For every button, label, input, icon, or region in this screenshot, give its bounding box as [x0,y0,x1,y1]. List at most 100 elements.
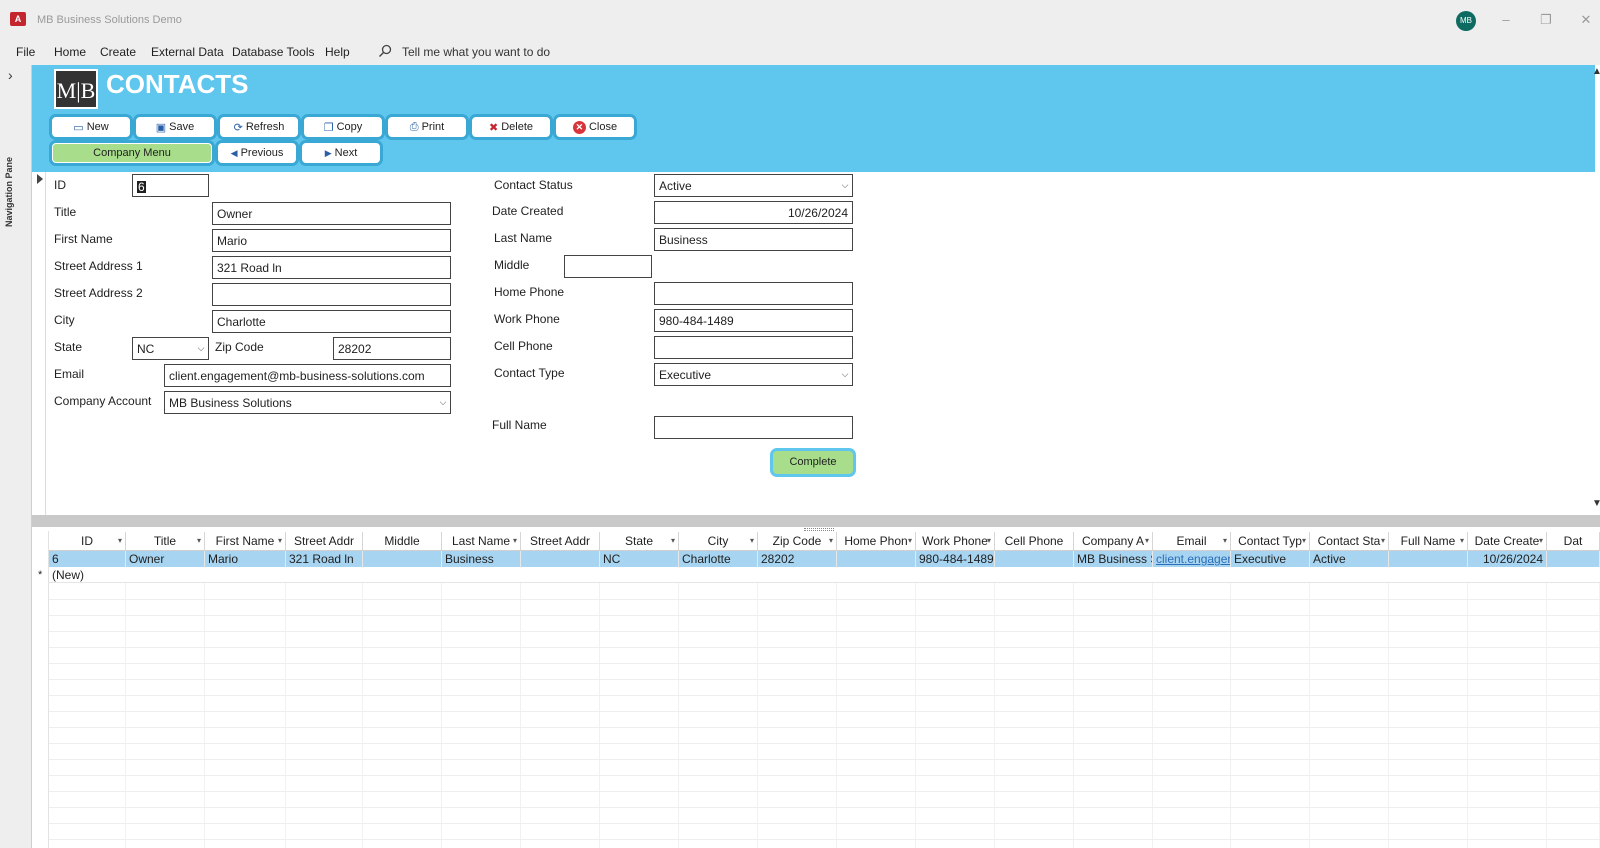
tell-me-search[interactable]: Tell me what you want to do [402,45,550,59]
scroll-up-icon[interactable]: ▲ [1592,66,1600,77]
record-selector[interactable] [32,172,46,515]
table-cell[interactable]: 980-484-1489 [916,551,995,567]
street-address-2-field[interactable] [212,283,451,306]
sort-filter-arrow-icon[interactable]: ▾ [118,532,122,550]
column-header[interactable]: Street Addr [521,532,600,550]
column-header[interactable]: Home Phon ▾ [837,532,916,550]
sort-filter-arrow-icon[interactable]: ▾ [197,532,201,550]
work-phone-field[interactable]: 980-484-1489 [654,309,853,332]
state-combo[interactable]: NC ⌵ [132,337,209,360]
delete-button[interactable]: ✖ Delete [472,117,550,137]
column-header[interactable]: First Name ▾ [205,532,286,550]
menu-create[interactable]: Create [100,45,136,59]
refresh-button[interactable]: ⟳ Refresh [220,117,298,137]
column-header[interactable]: Title ▾ [126,532,205,550]
cell-value[interactable]: client.engager [1156,552,1230,566]
table-cell[interactable] [837,551,916,567]
navigation-pane[interactable]: › Navigation Pane [0,65,32,848]
full-name-field[interactable] [654,416,853,439]
new-record-row[interactable] [49,567,1600,583]
restore-icon[interactable]: ❐ [1536,10,1556,30]
table-cell[interactable]: Owner [126,551,205,567]
first-name-field[interactable]: Mario [212,229,451,252]
column-header[interactable]: City ▾ [679,532,758,550]
close-button[interactable]: ✕ Close [556,117,634,137]
table-cell[interactable]: MB Business S [1074,551,1153,567]
table-cell[interactable]: Executive [1231,551,1310,567]
split-form-divider[interactable] [32,515,1600,527]
menu-help[interactable]: Help [325,45,350,59]
id-field[interactable]: 6 [132,174,209,197]
table-cell[interactable]: 321 Road ln [286,551,363,567]
previous-button[interactable]: ◀ Previous [218,143,296,163]
table-cell[interactable] [521,551,600,567]
column-header[interactable]: Middle [363,532,442,550]
table-cell[interactable]: NC [600,551,679,567]
sort-filter-arrow-icon[interactable]: ▾ [829,532,833,550]
table-cell[interactable]: 10/26/2024 [1468,551,1547,567]
column-header[interactable]: Street Addr [286,532,363,550]
complete-button[interactable]: Complete [773,451,853,474]
column-header[interactable]: Last Name ▾ [442,532,521,550]
user-avatar[interactable]: MB [1456,11,1476,31]
zip-code-field[interactable]: 28202 [333,337,451,360]
table-cell[interactable] [363,551,442,567]
scroll-down-icon[interactable]: ▼ [1592,498,1600,509]
home-phone-field[interactable] [654,282,853,305]
city-field[interactable]: Charlotte [212,310,451,333]
table-cell[interactable]: Business [442,551,521,567]
column-header[interactable]: Company A ▾ [1074,532,1153,550]
new-button[interactable]: ▭ New [52,117,130,137]
contact-type-combo[interactable]: Executive ⌵ [654,363,853,386]
table-cell[interactable]: Active [1310,551,1389,567]
last-name-field[interactable]: Business [654,228,853,251]
menu-home[interactable]: Home [54,45,86,59]
table-cell[interactable]: 28202 [758,551,837,567]
sort-filter-arrow-icon[interactable]: ▾ [1460,532,1464,550]
company-menu-button[interactable]: Company Menu [52,143,212,163]
chevron-down-icon[interactable]: ⌵ [838,364,852,385]
column-header[interactable]: Email ▾ [1153,532,1231,550]
chevron-down-icon[interactable]: ⌵ [436,392,450,413]
sort-filter-arrow-icon[interactable]: ▾ [513,532,517,550]
column-header[interactable]: Dat [1547,532,1600,550]
table-cell[interactable] [1547,551,1600,567]
print-button[interactable]: ⎙ Print [388,117,466,137]
sort-filter-arrow-icon[interactable]: ▾ [987,532,991,550]
sort-filter-arrow-icon[interactable]: ▾ [1381,532,1385,550]
column-header[interactable]: State ▾ [600,532,679,550]
table-cell[interactable] [995,551,1074,567]
sort-filter-arrow-icon[interactable]: ▾ [671,532,675,550]
menu-external-data[interactable]: External Data [151,45,224,59]
street-address-1-field[interactable]: 321 Road ln [212,256,451,279]
middle-field[interactable] [564,255,652,278]
title-field[interactable]: Owner [212,202,451,225]
column-header[interactable]: Date Create ▾ [1468,532,1547,550]
menu-database-tools[interactable]: Database Tools [232,45,315,59]
sort-filter-arrow-icon[interactable]: ▾ [1539,532,1543,550]
table-cell[interactable]: 6 [49,551,126,567]
email-field[interactable]: client.engagement@mb-business-solutions.… [164,364,451,387]
sort-filter-arrow-icon[interactable]: ▾ [750,532,754,550]
sort-filter-arrow-icon[interactable]: ▾ [278,532,282,550]
menu-file[interactable]: File [16,45,35,59]
sort-filter-arrow-icon[interactable]: ▾ [908,532,912,550]
date-created-field[interactable]: 10/26/2024 [654,201,853,224]
contact-status-combo[interactable]: Active ⌵ [654,174,853,197]
save-button[interactable]: ▣ Save [136,117,214,137]
company-account-combo[interactable]: MB Business Solutions ⌵ [164,391,451,414]
minimize-icon[interactable]: – [1496,10,1516,30]
next-button[interactable]: ▶ Next [302,143,380,163]
column-header[interactable]: Full Name ▾ [1389,532,1468,550]
table-cell[interactable]: Charlotte [679,551,758,567]
search-icon[interactable] [378,44,392,58]
column-header[interactable]: Contact Sta ▾ [1310,532,1389,550]
column-header[interactable]: ID ▾ [49,532,126,550]
chevron-down-icon[interactable]: ⌵ [194,338,208,359]
copy-button[interactable]: ❐ Copy [304,117,382,137]
chevron-down-icon[interactable]: ⌵ [838,175,852,196]
sort-filter-arrow-icon[interactable]: ▾ [1223,532,1227,550]
column-header[interactable]: Zip Code ▾ [758,532,837,550]
close-window-icon[interactable]: ✕ [1576,10,1596,30]
sort-filter-arrow-icon[interactable]: ▾ [1145,532,1149,550]
